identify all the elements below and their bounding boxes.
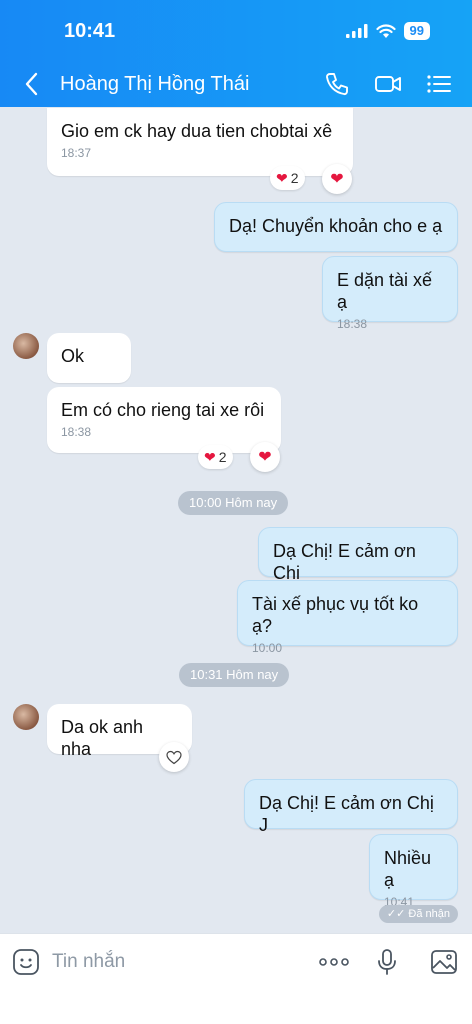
- heart-react-button[interactable]: ❤: [250, 442, 280, 472]
- heart-icon: ❤: [330, 171, 344, 188]
- message-text: Nhiều ạ: [384, 848, 432, 890]
- double-check-icon: ✓✓: [386, 908, 406, 920]
- contact-avatar[interactable]: [13, 704, 39, 730]
- message-outgoing[interactable]: Nhiều ạ 10:41: [369, 834, 458, 909]
- message-time: 18:38: [337, 317, 368, 331]
- message-text: Em có cho rieng tai xe rôi: [61, 400, 265, 420]
- message-outgoing[interactable]: E dặn tài xế ạ 18:38: [322, 256, 458, 331]
- image-icon[interactable]: [430, 948, 458, 976]
- react-button[interactable]: [159, 742, 189, 772]
- message-text: E dặn tài xế ạ: [337, 270, 433, 312]
- message-input[interactable]: Tin nhắn: [52, 951, 125, 973]
- message-time: 10:00: [252, 641, 283, 655]
- microphone-icon[interactable]: [373, 948, 401, 976]
- message-text: Ok: [61, 346, 85, 366]
- message-text: Tài xế phục vụ tốt ko ạ?: [252, 594, 419, 636]
- more-icon[interactable]: [318, 948, 350, 976]
- message-text: Dạ Chị! E cảm ơn Chị: [273, 541, 416, 583]
- message-outgoing[interactable]: Dạ! Chuyển khoản cho e ạ: [214, 202, 458, 252]
- message-input-bar: Tin nhắn: [0, 933, 472, 1024]
- message-outgoing[interactable]: Dạ Chị! E cảm ơn Chị: [258, 527, 458, 583]
- reaction-count: 2: [290, 170, 299, 186]
- reaction-count: 2: [218, 449, 227, 465]
- time-separator: 10:00 Hôm nay: [178, 491, 289, 515]
- message-time: 18:38: [61, 425, 92, 439]
- signal-icon: [345, 24, 368, 38]
- heart-icon: ❤: [204, 448, 216, 465]
- heart-icon: ❤: [258, 449, 272, 466]
- chat-header: 10:41 99 Hoàng Thị Hồng Thái: [0, 0, 472, 107]
- time-separator: 10:31 Hôm nay: [179, 663, 290, 687]
- status-icons: 99: [345, 22, 430, 40]
- message-incoming[interactable]: Em có cho rieng tai xe rôi 18:38: [47, 387, 281, 453]
- sticker-icon[interactable]: [12, 948, 40, 976]
- message-text: Dạ Chị! E cảm ơn Chị J: [259, 793, 434, 835]
- heart-outline-icon: [166, 750, 182, 764]
- read-receipt: ✓✓ Đã nhận: [378, 905, 458, 923]
- heart-icon: ❤: [276, 169, 288, 186]
- message-outgoing[interactable]: Tài xế phục vụ tốt ko ạ? 10:00: [237, 580, 458, 655]
- message-time: 18:37: [61, 146, 92, 160]
- status-time: 10:41: [64, 20, 116, 42]
- message-incoming[interactable]: Gio em ck hay dua tien chobtai xê 18:37: [47, 108, 353, 176]
- message-text: Gio em ck hay dua tien chobtai xê: [61, 121, 333, 141]
- video-call-icon[interactable]: [374, 71, 402, 97]
- wifi-icon: [375, 23, 396, 38]
- heart-react-button[interactable]: ❤: [322, 164, 352, 194]
- battery-indicator: 99: [403, 22, 430, 40]
- read-receipt-label: Đã nhận: [408, 908, 450, 920]
- reaction-summary[interactable]: ❤ 2: [270, 166, 305, 190]
- menu-icon[interactable]: [426, 71, 452, 97]
- contact-avatar[interactable]: [13, 333, 39, 359]
- message-text: Dạ! Chuyển khoản cho e ạ: [229, 216, 443, 236]
- phone-icon[interactable]: [324, 71, 350, 97]
- back-icon[interactable]: [22, 70, 42, 98]
- message-outgoing[interactable]: Dạ Chị! E cảm ơn Chị J: [244, 779, 458, 835]
- message-incoming[interactable]: Ok: [47, 333, 131, 383]
- contact-name[interactable]: Hoàng Thị Hồng Thái: [60, 73, 249, 96]
- reaction-summary[interactable]: ❤ 2: [198, 445, 233, 469]
